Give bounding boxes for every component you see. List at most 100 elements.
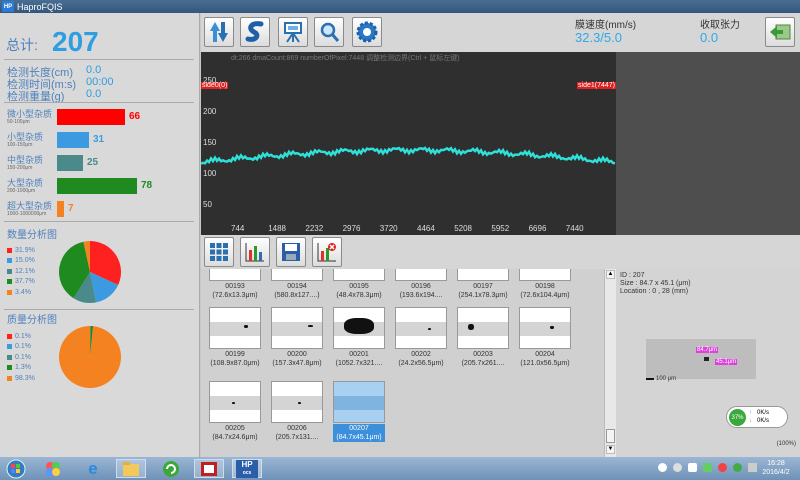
- taskbar-app-hp[interactable]: HP ocs: [232, 459, 262, 478]
- thumbnail-item[interactable]: 00196 (193.6x194....: [395, 269, 447, 300]
- pie-slice: [59, 326, 121, 388]
- media-app-icon: [201, 461, 217, 476]
- signal-trace: [201, 146, 616, 165]
- rate-down: 0K/s: [757, 418, 770, 424]
- thumbnail-id: 00206: [287, 425, 307, 432]
- speed-label: 膜速度(mm/s): [575, 20, 637, 31]
- projector-button[interactable]: [278, 17, 308, 47]
- defect-size: Size : 84.7 x 45.1 (μm): [620, 280, 691, 287]
- thumbnail-id: 00199: [225, 351, 245, 358]
- hp-sublabel: ocs: [242, 469, 252, 476]
- scale-label: 100 μm: [656, 376, 677, 382]
- defect-spot: [344, 318, 374, 334]
- thumbnail-caption: 00196 (193.6x194....: [395, 282, 447, 300]
- thumbnail-image: [457, 307, 509, 349]
- bar-chart-icon: [245, 243, 264, 262]
- legend-item: 12.1%: [7, 266, 35, 277]
- bar-chart-button[interactable]: [240, 237, 270, 267]
- clear-chart-button[interactable]: [312, 237, 342, 267]
- speed-value: 32.3/5.0: [575, 30, 622, 45]
- x-tick-label: 744: [231, 224, 245, 233]
- x-tick-label: 2976: [342, 224, 361, 233]
- thumbnail-image: [271, 381, 323, 423]
- defect-spot: [468, 324, 474, 330]
- scroll-up-arrow-icon[interactable]: ▲: [606, 270, 615, 279]
- legend-label: 12.1%: [15, 267, 35, 275]
- thumbnail-item[interactable]: 00202 (24.2x56.5μm): [395, 307, 447, 368]
- thumbnail-id: 00193: [225, 283, 245, 290]
- divider: [4, 102, 194, 103]
- save-button[interactable]: [276, 237, 306, 267]
- taskbar-app-explorer[interactable]: [38, 459, 68, 478]
- thumbnail-caption: 00195 (48.4x78.3μm): [333, 282, 385, 300]
- scroll-down-arrow-icon[interactable]: ▼: [606, 445, 615, 454]
- legend-label: 15.0%: [15, 257, 35, 265]
- magnifier-button[interactable]: [314, 17, 344, 47]
- thumbnail-band: [396, 322, 446, 336]
- tray-network-icon[interactable]: [733, 463, 742, 472]
- scroll-thumb[interactable]: [606, 429, 615, 443]
- clock[interactable]: 16:28 2016/4/2: [754, 459, 798, 477]
- thumbnail-item[interactable]: 00204 (121.0x56.5μm): [519, 307, 571, 368]
- thumbnail-scrollbar[interactable]: ▲ ▼: [604, 269, 616, 457]
- taskbar-app-media[interactable]: [194, 459, 224, 478]
- x-tick-label: 5952: [491, 224, 510, 233]
- taskbar-app-ie[interactable]: e: [78, 459, 108, 478]
- thumbnail-band: [458, 322, 508, 336]
- thumbnail-image: [271, 269, 323, 281]
- thumbnail-id: 00202: [411, 351, 431, 358]
- grid-view-button[interactable]: [204, 237, 234, 267]
- tray-help-icon[interactable]: [673, 463, 682, 472]
- tray-language-icon[interactable]: [658, 463, 667, 472]
- start-button[interactable]: [3, 459, 29, 478]
- thumbnail-item[interactable]: 00199 (108.9x87.0μm): [209, 307, 261, 368]
- thumbnail-size: (24.2x56.5μm): [398, 360, 444, 367]
- hp-app-icon: HP ocs: [236, 459, 258, 478]
- thumbnail-item[interactable]: 00197 (254.1x78.3μm): [457, 269, 509, 300]
- category-range: 200-1000μm: [7, 188, 36, 194]
- thumbnail-image: [457, 269, 509, 281]
- thumbnail-caption: 00203 (205.7x261....: [457, 350, 509, 368]
- export-button[interactable]: [765, 17, 795, 47]
- clear-chart-icon: [317, 243, 336, 262]
- detection-signal-graph[interactable]: dt:266 dmaCount:869 numberOfPixel:7448 调…: [201, 52, 616, 235]
- folder-icon: [123, 461, 139, 476]
- thumbnail-item[interactable]: 00194 (580.8x127....): [271, 269, 323, 300]
- taskbar-app-refresh[interactable]: [156, 459, 186, 478]
- rate-up: 0K/s: [757, 410, 770, 416]
- tray-icons: [658, 463, 757, 472]
- thumbnail-item[interactable]: 00205 (84.7x24.6μm): [209, 381, 261, 442]
- tray-battery-icon[interactable]: [703, 463, 712, 472]
- category-row: 微小型杂质 50-100μm 66: [7, 107, 197, 129]
- category-range: 1000-1000000μm: [7, 211, 47, 217]
- thumbnail-item[interactable]: 00200 (157.3x47.8μm): [271, 307, 323, 368]
- legend-label: 0.1%: [15, 343, 31, 351]
- thumbnail-size: (1052.7x321....: [335, 360, 383, 367]
- upload-download-button[interactable]: [204, 17, 234, 47]
- category-range: 50-100μm: [7, 119, 30, 125]
- thumbnail-item[interactable]: 00198 (72.6x104.4μm): [519, 269, 571, 300]
- settings-button[interactable]: [352, 17, 382, 47]
- thumbnail-size: (72.6x104.4μm): [520, 292, 570, 299]
- defect-thumbnail-list[interactable]: 00193 (72.6x13.3μm) 00194 (580.8x127....) …: [201, 269, 604, 457]
- thumbnail-item[interactable]: 00203 (205.7x261....: [457, 307, 509, 368]
- legend-item: 0.1%: [7, 352, 35, 363]
- thumbnail-item[interactable]: 00207 (84.7x45.1μm): [333, 381, 385, 442]
- tray-keyboard-icon[interactable]: [688, 463, 697, 472]
- mass-pie-chart: [59, 326, 121, 388]
- side-right-marker[interactable]: side1(7447): [577, 82, 616, 89]
- zoom-level: (100%): [776, 441, 796, 447]
- tray-security-icon[interactable]: [718, 463, 727, 472]
- thumbnail-item[interactable]: 00193 (72.6x13.3μm): [209, 269, 261, 300]
- taskbar-app-folder[interactable]: [116, 459, 146, 478]
- legend-item: 0.1%: [7, 342, 35, 353]
- s-logo-button[interactable]: [240, 17, 270, 47]
- thumbnail-id: 00197: [473, 283, 493, 290]
- defect-spot: [298, 402, 301, 404]
- thumbnail-item[interactable]: 00206 (205.7x131....: [271, 381, 323, 442]
- thumbnail-caption: 00198 (72.6x104.4μm): [519, 282, 571, 300]
- thumbnail-item[interactable]: 00195 (48.4x78.3μm): [333, 269, 385, 300]
- internet-explorer-icon: e: [88, 458, 98, 478]
- thumbnail-item[interactable]: 00201 (1052.7x321....: [333, 307, 385, 368]
- stat-weight-value: 0.0: [86, 88, 102, 100]
